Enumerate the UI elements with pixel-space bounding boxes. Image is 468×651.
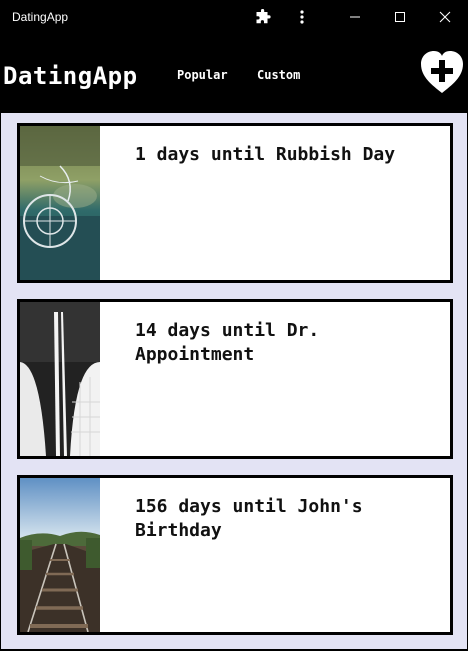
close-icon[interactable] [422, 1, 467, 33]
event-card[interactable]: 14 days until Dr. Appointment [17, 299, 453, 459]
event-image-architecture [20, 302, 100, 456]
event-image-railway [20, 478, 100, 632]
event-countdown-text: 14 days until Dr. Appointment [135, 320, 320, 365]
title-bar[interactable]: DatingApp [1, 1, 467, 33]
window-title: DatingApp [12, 10, 69, 24]
extension-icon[interactable] [250, 1, 276, 33]
nav-popular[interactable]: Popular [177, 68, 228, 82]
app-brand[interactable]: DatingApp [3, 62, 138, 90]
maximize-icon[interactable] [378, 1, 422, 33]
event-image-car [20, 126, 100, 280]
app-header: DatingApp Popular Custom [1, 33, 467, 113]
more-vertical-icon[interactable] [290, 1, 314, 33]
event-card[interactable]: 1 days until Rubbish Day [17, 123, 453, 283]
app-window: DatingApp DatingApp Popular Custom 1 day… [1, 1, 467, 649]
event-card[interactable]: 156 days until John's Birthday [17, 475, 453, 635]
minimize-icon[interactable] [332, 1, 378, 33]
event-list: 1 days until Rubbish Day 14 days until D… [1, 113, 467, 649]
event-countdown-text: 156 days until John's Birthday [135, 496, 363, 541]
heart-plus-icon[interactable] [418, 49, 466, 97]
nav-custom[interactable]: Custom [257, 68, 300, 82]
event-countdown-text: 1 days until Rubbish Day [135, 144, 396, 165]
